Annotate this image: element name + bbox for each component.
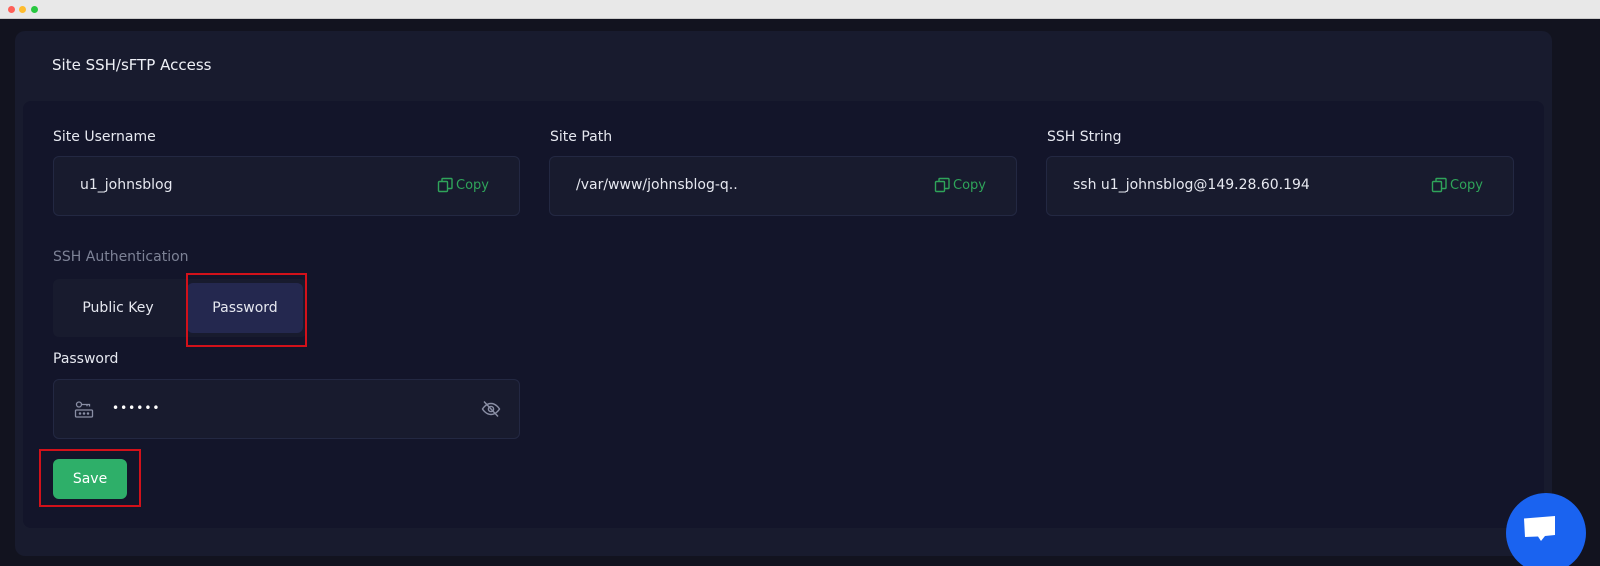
ssh-string-field: ssh u1_johnsblog@149.28.60.194 Copy	[1046, 156, 1514, 216]
site-path-value: /var/www/johnsblog-q..	[576, 177, 738, 193]
site-username-value: u1_johnsblog	[80, 177, 173, 193]
copy-username-button[interactable]: Copy	[437, 177, 489, 193]
key-icon	[74, 401, 94, 418]
password-label: Password	[53, 351, 119, 367]
save-button[interactable]: Save	[53, 459, 127, 499]
chat-widget-button[interactable]	[1506, 493, 1586, 566]
ssh-auth-toggle: Public Key Password	[53, 279, 307, 337]
site-path-field: /var/www/johnsblog-q.. Copy	[549, 156, 1017, 216]
ssh-settings-panel: Site Username u1_johnsblog Copy Site Pat…	[23, 101, 1544, 528]
copy-label: Copy	[456, 177, 489, 193]
password-value: ••••••	[112, 401, 161, 415]
window-titlebar	[0, 0, 1600, 19]
copy-ssh-string-button[interactable]: Copy	[1431, 177, 1483, 193]
window-maximize-button[interactable]	[31, 6, 38, 13]
chat-icon	[1524, 516, 1555, 541]
password-option[interactable]: Password	[187, 283, 303, 333]
site-username-label: Site Username	[53, 129, 156, 145]
public-key-option[interactable]: Public Key	[57, 283, 179, 333]
copy-icon	[437, 177, 453, 193]
eye-off-icon[interactable]	[481, 400, 501, 418]
window-minimize-button[interactable]	[19, 6, 26, 13]
ssh-string-value: ssh u1_johnsblog@149.28.60.194	[1073, 177, 1310, 193]
ssh-auth-label: SSH Authentication	[53, 249, 189, 265]
copy-path-button[interactable]: Copy	[934, 177, 986, 193]
ssh-string-label: SSH String	[1047, 129, 1122, 145]
copy-icon	[1431, 177, 1447, 193]
ssh-access-card: Site SSH/sFTP Access Site Username u1_jo…	[15, 31, 1552, 556]
password-input[interactable]: ••••••	[53, 379, 520, 439]
site-path-label: Site Path	[550, 129, 613, 145]
copy-label: Copy	[1450, 177, 1483, 193]
copy-label: Copy	[953, 177, 986, 193]
site-username-field: u1_johnsblog Copy	[53, 156, 520, 216]
window-close-button[interactable]	[8, 6, 15, 13]
copy-icon	[934, 177, 950, 193]
card-title: Site SSH/sFTP Access	[52, 56, 212, 74]
